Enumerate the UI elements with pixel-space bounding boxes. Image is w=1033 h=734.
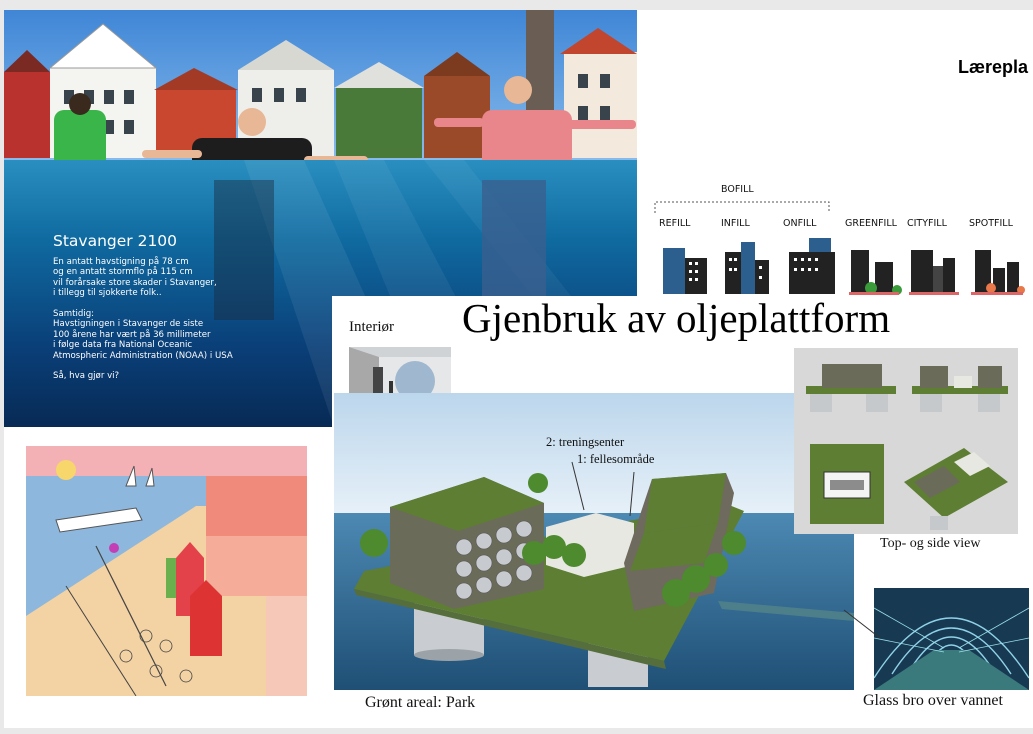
refill-building-icon (663, 248, 707, 294)
bofill-label-onfill: ONFILL (783, 218, 817, 229)
spotfill-building-icon (971, 250, 1025, 295)
body-line (53, 361, 293, 371)
bofill-diagram: BOFILL REFILL INFILL ONFILL GREENFILL CI… (649, 180, 1033, 298)
body-line: Atmospheric Administration (NOAA) i USA (53, 350, 233, 361)
stavanger-body-text: En antatt havstigning på 78 cm og en ant… (53, 257, 293, 382)
slide-canvas: Stavanger 2100 En antatt havstigning på … (4, 10, 1033, 728)
body-line: og en antatt stormflo på 115 cm (53, 267, 193, 278)
body-line: vil forårsake store skader i Stavanger, (53, 277, 217, 288)
greenfill-building-icon (849, 250, 902, 295)
bofill-bracket (654, 201, 830, 213)
stavanger-title: Stavanger 2100 (53, 232, 178, 250)
body-line (53, 299, 293, 309)
body-line: Samtidig: (53, 309, 95, 320)
cityfill-building-icon (909, 250, 959, 295)
caption-park: Grønt areal: Park (365, 694, 476, 711)
label-leader-lines (571, 461, 635, 517)
bofill-label-cityfill: CITYFILL (907, 218, 947, 229)
caption-top-side-view: Top- og side view (880, 536, 981, 551)
onfill-building-icon (789, 238, 835, 294)
glass-bridge-photo (874, 588, 1029, 690)
bofill-label-greenfill: GREENFILL (845, 218, 897, 229)
body-line: Så, hva gjør vi? (53, 371, 120, 382)
caption-glass-bridge: Glass bro over vannet (863, 692, 1003, 709)
bofill-group-label: BOFILL (721, 184, 754, 195)
platform-title: Gjenbruk av oljeplattform (462, 295, 891, 341)
bofill-label-refill: REFILL (659, 218, 691, 229)
label-common-area: 1: fellesområde (577, 452, 655, 466)
body-line: i tillegg til sjokkerte folk.. (53, 288, 162, 299)
harbor-sketch-illustration (26, 446, 307, 696)
body-line: 100 årene har vært på 36 millimeter (53, 329, 211, 340)
page-title-fragment: Lærepla (958, 57, 1029, 77)
bofill-label-spotfill: SPOTFILL (969, 218, 1013, 229)
top-view (810, 444, 884, 524)
bofill-label-infill: INFILL (721, 218, 750, 229)
top-side-views (794, 348, 1018, 534)
interior-label: Interiør (349, 319, 394, 335)
harbor-houses-illustration (4, 10, 637, 180)
infill-building-icon (725, 242, 769, 294)
body-line: i følge data fra National Oceanic (53, 340, 193, 351)
body-line: En antatt havstigning på 78 cm (53, 257, 189, 267)
bridge-leader-line (843, 609, 881, 639)
bofill-building-icons (663, 238, 1025, 295)
body-line: Havstigningen i Stavanger de siste (53, 319, 204, 330)
label-training-center: 2: treningsenter (546, 435, 625, 449)
